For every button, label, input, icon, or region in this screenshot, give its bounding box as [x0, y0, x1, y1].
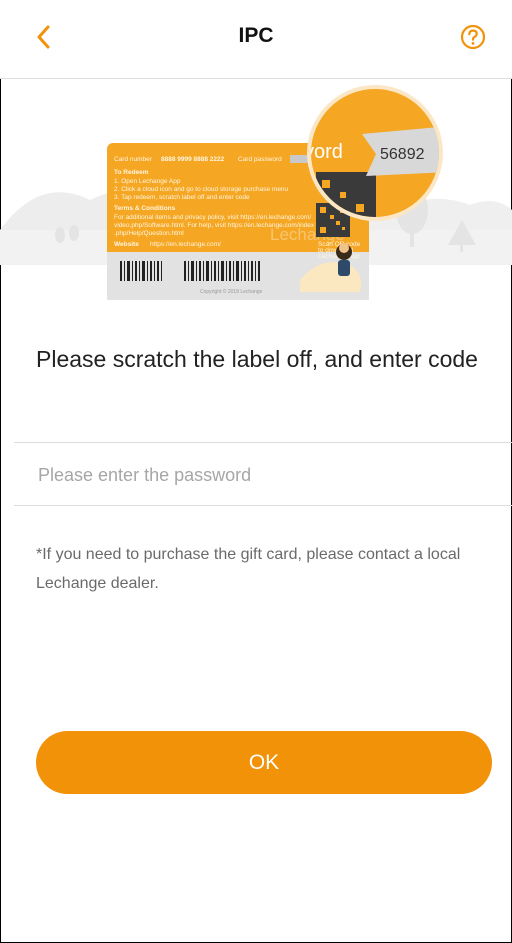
purchase-note: *If you need to purchase the gift card, … — [36, 546, 461, 592]
terms-text: .php/Help/Question.html — [114, 230, 184, 237]
website-url: https://en.lechange.com/ — [150, 241, 221, 248]
ok-button[interactable]: OK — [36, 731, 492, 794]
password-input[interactable] — [36, 455, 480, 495]
card-number-label: Card number — [114, 156, 153, 163]
instruction-text: Please scratch the label off, and enter … — [36, 346, 478, 372]
question-circle-icon[interactable] — [458, 22, 488, 52]
terms-label: Terms & Conditions — [114, 205, 176, 212]
password-field-row — [14, 442, 512, 506]
redeem-step: 3. Tap redeem, scratch label off and ent… — [114, 194, 250, 201]
redeem-step: 1. Open Lechange App — [114, 178, 181, 185]
page-title: IPC — [238, 24, 274, 47]
redeem-step: 2. Click a cloud icon and go to cloud st… — [114, 186, 289, 193]
zoom-code: 56892 — [380, 146, 425, 163]
card-number: 8888 9999 8888 2222 — [161, 156, 225, 163]
copyright-text: Copyright © 2018 Lechange — [200, 288, 263, 295]
terms-text: For additional items and privacy policy,… — [114, 214, 311, 221]
website-label: Website — [114, 241, 139, 248]
to-redeem-label: To Redeem — [114, 169, 149, 176]
navigation-bar: IPC — [0, 0, 512, 79]
card-password-label: Card password — [238, 156, 282, 163]
gift-card-illustration: Card number 8888 9999 8888 2222 Card pas… — [0, 85, 512, 300]
